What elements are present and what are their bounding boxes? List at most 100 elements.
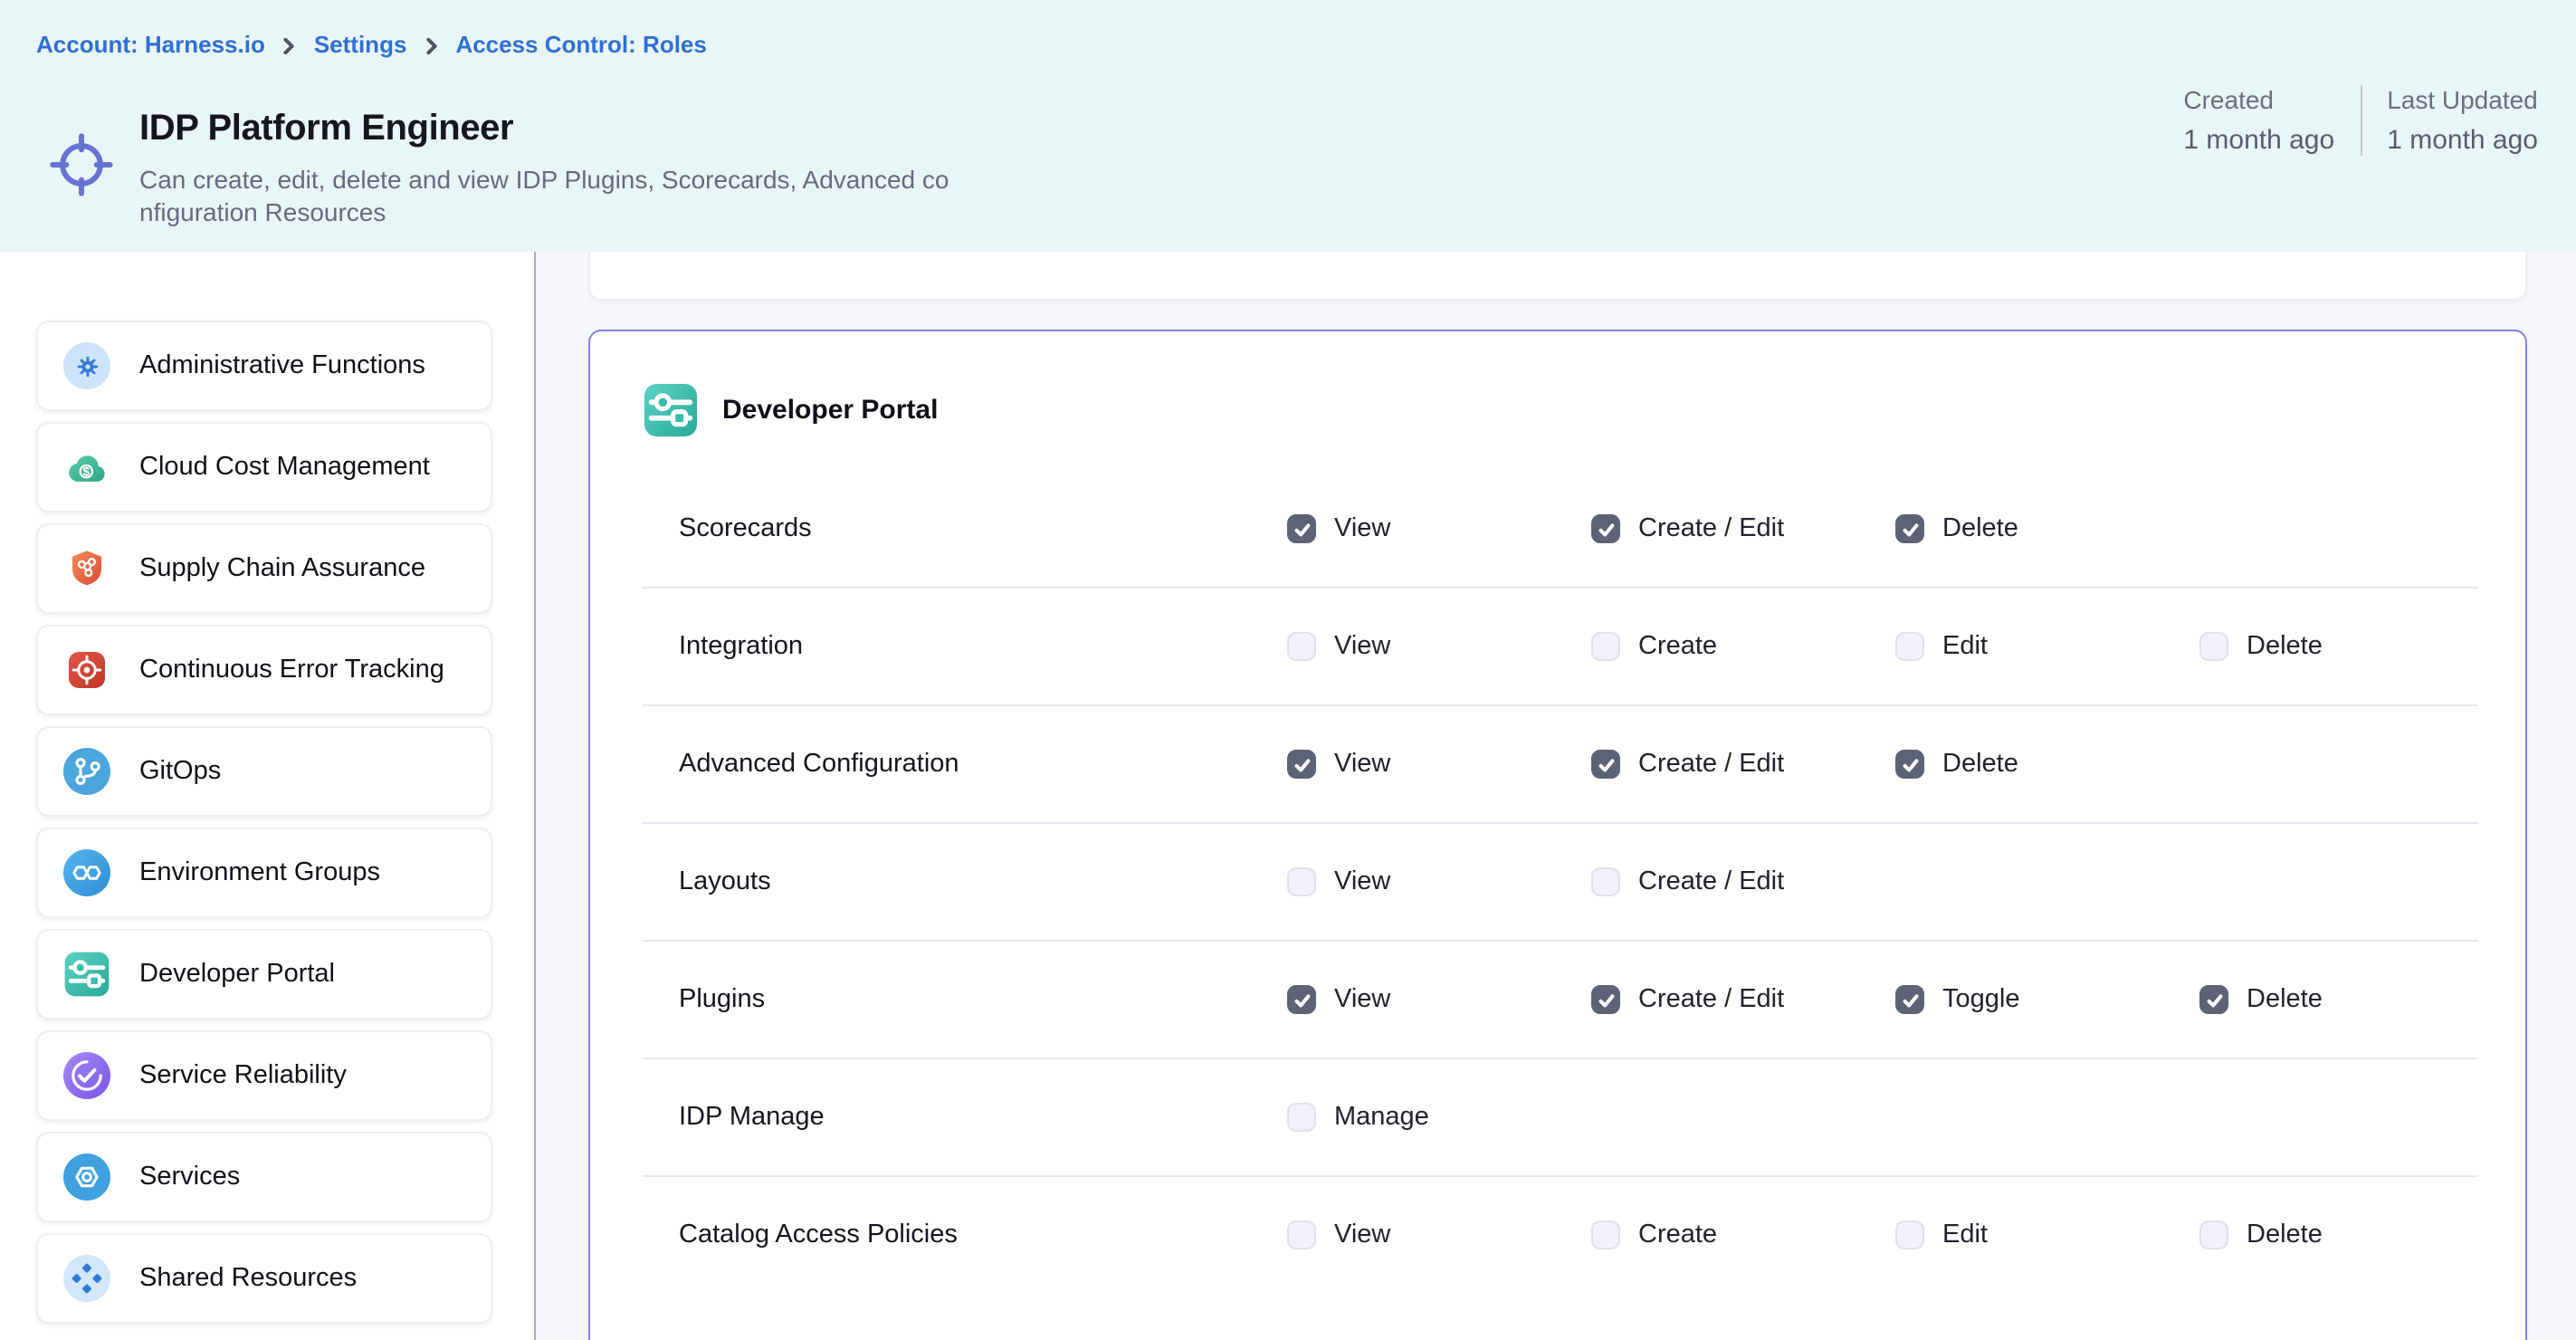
permission-row-label: Layouts [679,867,1287,896]
sidebar-item-label: Administrative Functions [139,351,425,380]
checkbox-view[interactable] [1287,1220,1316,1249]
git-branch-icon [63,748,110,795]
checkbox-label: Delete [2247,985,2323,1014]
sidebar-item-shared-resources[interactable]: Shared Resources [36,1233,492,1324]
checkbox-delete[interactable] [2199,985,2228,1014]
permission-cell: View [1287,632,1591,661]
role-page-header: Account: Harness.io Settings Access Cont… [0,0,2576,252]
developer-portal-sliders-icon [63,951,110,998]
sidebar-item-label: Service Reliability [139,1061,347,1090]
checkbox-view[interactable] [1287,750,1316,779]
checkbox-label: Delete [1942,750,2018,779]
checkbox-label: Delete [2247,632,2323,661]
sidebar-item-label: Developer Portal [139,960,335,989]
checkbox-label: View [1334,632,1390,661]
checkbox-label: View [1334,985,1390,1014]
checkbox-edit[interactable] [1895,1220,1924,1249]
checkbox-view[interactable] [1287,632,1316,661]
checkbox-edit[interactable] [1895,632,1924,661]
created-meta: Created 1 month ago [2183,85,2334,156]
checkbox-create-edit[interactable] [1591,985,1620,1014]
checkbox-label: Create [1638,632,1717,661]
permission-row-integration: Integration View Create Edit [590,589,2525,704]
gear-icon [63,342,110,389]
sidebar-item-label: GitOps [139,757,221,786]
permission-row-label: Catalog Access Policies [679,1220,1287,1249]
checkbox-view[interactable] [1287,985,1316,1014]
permission-cell: Edit [1895,632,2199,661]
sidebar-item-administrative-functions[interactable]: Administrative Functions [36,321,492,411]
shield-network-icon [63,545,110,592]
sidebar-item-continuous-error-tracking[interactable]: Continuous Error Tracking [36,625,492,715]
permission-rows: Scorecards View Create / Edit Delete [590,471,2525,1293]
role-description: Can create, edit, delete and view IDP Pl… [139,163,949,228]
checkbox-label: View [1334,867,1390,896]
checkbox-manage[interactable] [1287,1103,1316,1132]
reliability-check-icon [63,1052,110,1099]
sidebar-item-cloud-cost-management[interactable]: $ Cloud Cost Management [36,422,492,512]
checkbox-label: Create [1638,1220,1717,1249]
checkbox-label: Edit [1942,632,1988,661]
checkbox-label: View [1334,750,1390,779]
page-title: IDP Platform Engineer [139,109,513,150]
content-area: Administrative Functions $ Cloud Cost Ma… [0,252,2576,1340]
role-meta: Created 1 month ago Last Updated 1 month… [2183,85,2538,156]
checkbox-delete[interactable] [1895,514,1924,543]
sidebar-item-supply-chain-assurance[interactable]: Supply Chain Assurance [36,523,492,614]
checkbox-view[interactable] [1287,514,1316,543]
permission-row-label: Scorecards [679,514,1287,543]
checkbox-create-edit[interactable] [1591,514,1620,543]
sidebar-item-label: Supply Chain Assurance [139,554,425,583]
permission-cell: Create / Edit [1591,750,1895,779]
sidebar-item-service-reliability[interactable]: Service Reliability [36,1030,492,1121]
sidebar-item-label: Services [139,1163,240,1192]
permission-cell: View [1287,1220,1591,1249]
checkbox-label: Create / Edit [1638,750,1784,779]
checkbox-label: View [1334,514,1390,543]
role-description-line1: Can create, edit, delete and view IDP Pl… [139,163,949,196]
checkbox-label: View [1334,1220,1390,1249]
breadcrumb-settings-link[interactable]: Settings [314,31,407,58]
checkbox-delete[interactable] [2199,1220,2228,1249]
sidebar-item-gitops[interactable]: GitOps [36,726,492,817]
permission-row-layouts: Layouts View Create / Edit [590,824,2525,940]
section-title: Developer Portal [722,395,938,426]
permission-cell: Edit [1895,1220,2199,1249]
error-target-icon [63,646,110,694]
permission-row-label: Integration [679,632,1287,661]
sidebar-item-developer-portal[interactable]: Developer Portal [36,929,492,1019]
permissions-panel: Developer Portal Scorecards View Create … [538,252,2576,1340]
permission-row-label: IDP Manage [679,1103,1287,1132]
permission-row-advanced-configuration: Advanced Configuration View Create / Edi… [590,706,2525,822]
breadcrumb-account-link[interactable]: Account: Harness.io [36,31,265,58]
cloud-dollar-icon: $ [63,444,110,491]
sidebar-item-services[interactable]: Services [36,1132,492,1222]
sidebar-item-label: Cloud Cost Management [139,453,430,482]
app-viewport: Account: Harness.io Settings Access Cont… [0,0,2576,1340]
permission-cell: View [1287,750,1591,779]
sidebar-item-environment-groups[interactable]: Environment Groups [36,828,492,918]
checkbox-create-edit[interactable] [1591,867,1620,896]
role-description-line2: nfiguration Resources [139,196,949,228]
checkbox-label: Create / Edit [1638,867,1784,896]
checkbox-delete[interactable] [2199,632,2228,661]
hexagon-group-icon [63,849,110,896]
permission-cell: Create [1591,1220,1895,1249]
developer-portal-section-card: Developer Portal Scorecards View Create … [588,330,2527,1340]
checkbox-create[interactable] [1591,1220,1620,1249]
developer-portal-sliders-icon [643,382,699,438]
checkbox-create[interactable] [1591,632,1620,661]
breadcrumb: Account: Harness.io Settings Access Cont… [36,31,707,58]
service-hexagon-icon [63,1153,110,1201]
permission-cell: Delete [1895,750,2199,779]
permission-cell: Delete [1895,514,2199,543]
checkbox-view[interactable] [1287,867,1316,896]
permission-row-idp-manage: IDP Manage Manage [590,1059,2525,1175]
breadcrumb-roles-link[interactable]: Access Control: Roles [455,31,706,58]
checkbox-label: Create / Edit [1638,985,1784,1014]
permission-cell: Manage [1287,1103,1591,1132]
created-value: 1 month ago [2183,125,2334,156]
checkbox-create-edit[interactable] [1591,750,1620,779]
checkbox-delete[interactable] [1895,750,1924,779]
checkbox-toggle[interactable] [1895,985,1924,1014]
